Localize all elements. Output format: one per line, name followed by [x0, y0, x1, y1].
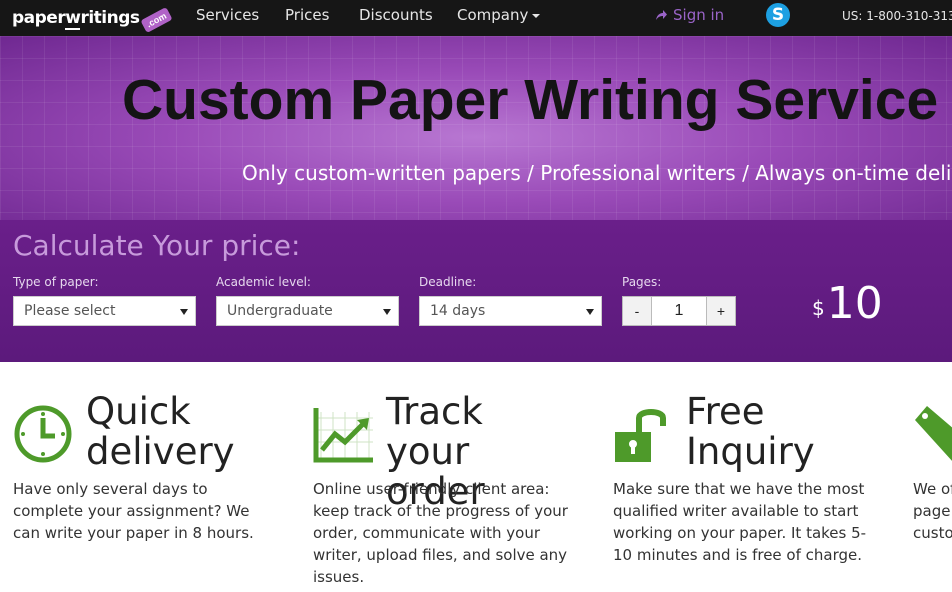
- price-calculator: Calculate Your price: Type of paper: Ple…: [0, 220, 952, 362]
- pages-decrement-button[interactable]: -: [622, 296, 652, 326]
- clock-icon: [14, 405, 72, 463]
- feature-text: Have only several days to complete your …: [13, 480, 254, 542]
- pages-stepper: - 1 +: [622, 296, 736, 326]
- deadline-select[interactable]: 14 days: [419, 296, 602, 326]
- academic-level-label: Academic level:: [216, 275, 311, 289]
- pages-label: Pages:: [622, 275, 662, 289]
- sign-in-label: Sign in: [673, 6, 725, 24]
- nav-prices[interactable]: Prices: [285, 6, 329, 24]
- phone-number: US: 1-800-310-3133: [842, 9, 952, 23]
- sign-in-arrow-icon: [656, 10, 667, 20]
- chart-icon: [313, 408, 373, 463]
- skype-icon[interactable]: S: [766, 3, 790, 27]
- tag-icon: [915, 406, 952, 461]
- feature-text: We of page custom: [913, 480, 952, 542]
- type-of-paper-label: Type of paper:: [13, 275, 99, 289]
- nav-services[interactable]: Services: [196, 6, 259, 24]
- hero-subtitle: Only custom-written papers / Professiona…: [242, 161, 952, 185]
- sign-in-link[interactable]: Sign in: [655, 6, 724, 24]
- top-nav-bar: paperwritings .com Services Prices Disco…: [0, 0, 952, 36]
- feature-discounts: We of page custom: [913, 392, 952, 592]
- nav-company[interactable]: Company: [457, 6, 540, 24]
- calculator-title: Calculate Your price:: [13, 229, 301, 262]
- deadline-label: Deadline:: [419, 275, 477, 289]
- nav-discounts[interactable]: Discounts: [359, 6, 433, 24]
- feature-text: Online user-friendly client area: keep t…: [313, 480, 568, 586]
- logo-badge: .com: [139, 7, 173, 33]
- type-of-paper-select[interactable]: Please select: [13, 296, 196, 326]
- logo-text: paperwritings: [12, 8, 140, 30]
- price-amount: 10: [826, 278, 883, 329]
- feature-text: Make sure that we have the most qualifie…: [613, 480, 867, 564]
- logo[interactable]: paperwritings .com: [12, 6, 173, 33]
- pages-increment-button[interactable]: +: [706, 296, 736, 326]
- price-display: $ 10: [812, 282, 883, 326]
- academic-level-select[interactable]: Undergraduate: [216, 296, 399, 326]
- unlock-icon: [615, 409, 666, 462]
- hero-banner: Custom Paper Writing Service Only custom…: [0, 36, 952, 220]
- hero-title: Custom Paper Writing Service: [122, 68, 939, 132]
- pages-input[interactable]: 1: [652, 296, 706, 326]
- feature-title: Free Inquiry: [686, 390, 815, 473]
- feature-title: Quick delivery: [86, 390, 235, 473]
- price-currency: $: [812, 296, 825, 320]
